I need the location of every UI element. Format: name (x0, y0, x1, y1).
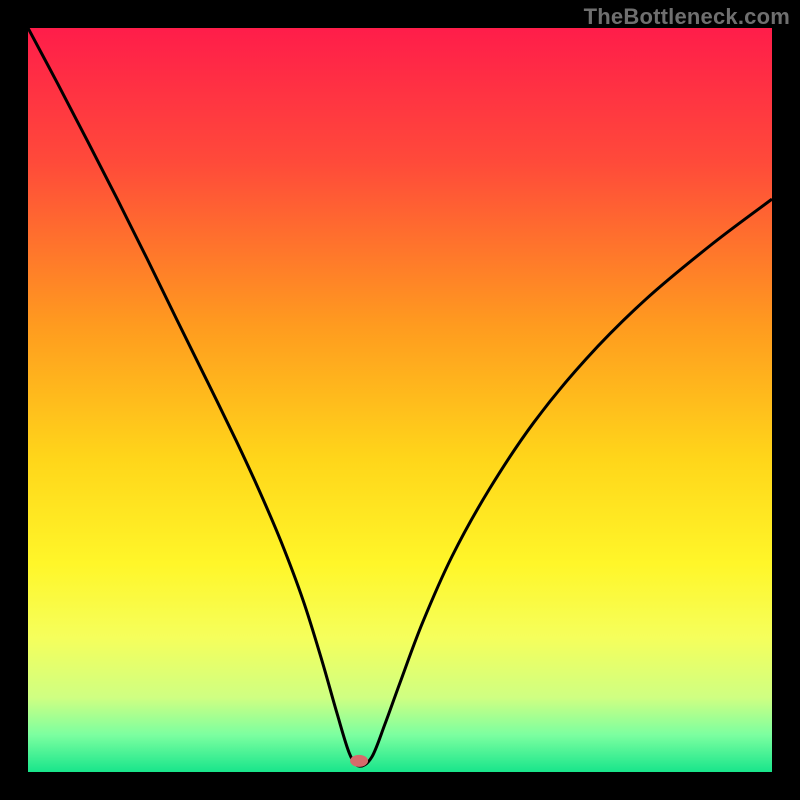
gradient-background (28, 28, 772, 772)
plot-area (28, 28, 772, 772)
optimum-marker (350, 755, 368, 767)
watermark-text: TheBottleneck.com (584, 4, 790, 30)
chart-frame: TheBottleneck.com (0, 0, 800, 800)
chart-svg (28, 28, 772, 772)
